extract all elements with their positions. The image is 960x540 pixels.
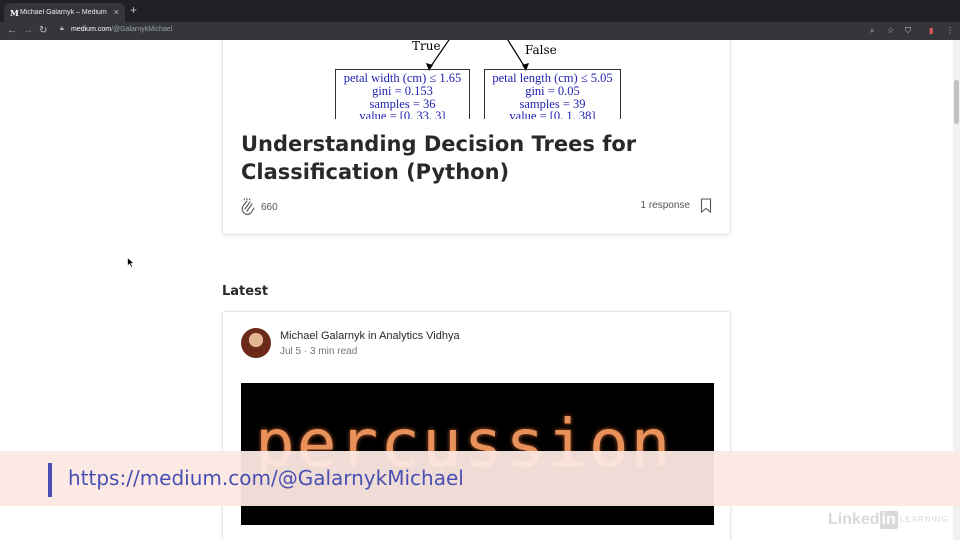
post-meta: Jul 5 · 3 min read bbox=[280, 346, 358, 357]
forward-icon[interactable]: → bbox=[23, 24, 33, 38]
star-icon[interactable]: ☆ bbox=[887, 25, 894, 37]
edge-label-true: True bbox=[412, 40, 441, 53]
post-title[interactable]: Understanding Decision Trees for Classif… bbox=[241, 130, 721, 186]
clap-count: 660 bbox=[261, 202, 278, 213]
linkedin-learning-logo: Linked in LEARNING bbox=[828, 511, 949, 529]
url-overlay-banner: https://medium.com/@GalarnykMichael bbox=[0, 451, 960, 506]
featured-post-card[interactable]: True False petal width (cm) ≤ 1.65 gini … bbox=[222, 40, 731, 235]
author-line: Michael Galarnyk in Analytics Vidhya bbox=[280, 330, 460, 342]
bookmark-icon[interactable] bbox=[700, 198, 712, 213]
tree-node-right: petal length (cm) ≤ 5.05 gini = 0.05 sam… bbox=[484, 69, 621, 119]
banner-url: https://medium.com/@GalarnykMichael bbox=[68, 466, 464, 490]
tab-title: Michael Galarnyk – Medium bbox=[20, 9, 107, 16]
address-bar[interactable]: medium.com/@GalarnykMichael bbox=[71, 26, 172, 33]
responses-link[interactable]: 1 response bbox=[641, 200, 690, 211]
mouse-cursor-icon bbox=[127, 257, 135, 268]
edge-label-false: False bbox=[525, 43, 557, 57]
back-icon[interactable]: ← bbox=[7, 24, 17, 38]
author-avatar[interactable] bbox=[241, 328, 271, 358]
post-image-decision-tree: True False petal width (cm) ≤ 1.65 gini … bbox=[223, 40, 732, 119]
publication-link[interactable]: Analytics Vidhya bbox=[379, 330, 460, 342]
menu-icon[interactable]: ⋮ bbox=[946, 25, 954, 37]
zoom-icon[interactable]: ⌕ bbox=[870, 25, 874, 37]
author-name-link[interactable]: Michael Galarnyk bbox=[280, 330, 365, 342]
new-tab-button[interactable]: + bbox=[130, 4, 137, 16]
extension-icon[interactable]: ▮ bbox=[929, 25, 933, 37]
tree-node-left: petal width (cm) ≤ 1.65 gini = 0.153 sam… bbox=[335, 69, 470, 119]
browser-toolbar: ← → ↻ 🔒︎ medium.com/@GalarnykMichael ⌕ ☆… bbox=[0, 22, 960, 40]
lock-icon: 🔒︎ bbox=[60, 25, 64, 32]
shield-icon[interactable]: ⛉ bbox=[905, 25, 911, 37]
medium-favicon-icon: M bbox=[10, 7, 19, 18]
scrollbar-thumb[interactable] bbox=[954, 80, 959, 124]
clap-icon[interactable] bbox=[238, 197, 258, 217]
browser-tab[interactable]: M Michael Galarnyk – Medium × bbox=[4, 3, 125, 22]
author-connector: in bbox=[368, 330, 377, 342]
tree-edges bbox=[426, 40, 529, 71]
close-tab-icon[interactable]: × bbox=[114, 8, 119, 17]
tab-bar: M Michael Galarnyk – Medium × + bbox=[0, 0, 960, 22]
banner-accent-bar bbox=[48, 463, 52, 497]
section-heading-latest: Latest bbox=[222, 284, 269, 299]
reload-icon[interactable]: ↻ bbox=[39, 24, 47, 38]
